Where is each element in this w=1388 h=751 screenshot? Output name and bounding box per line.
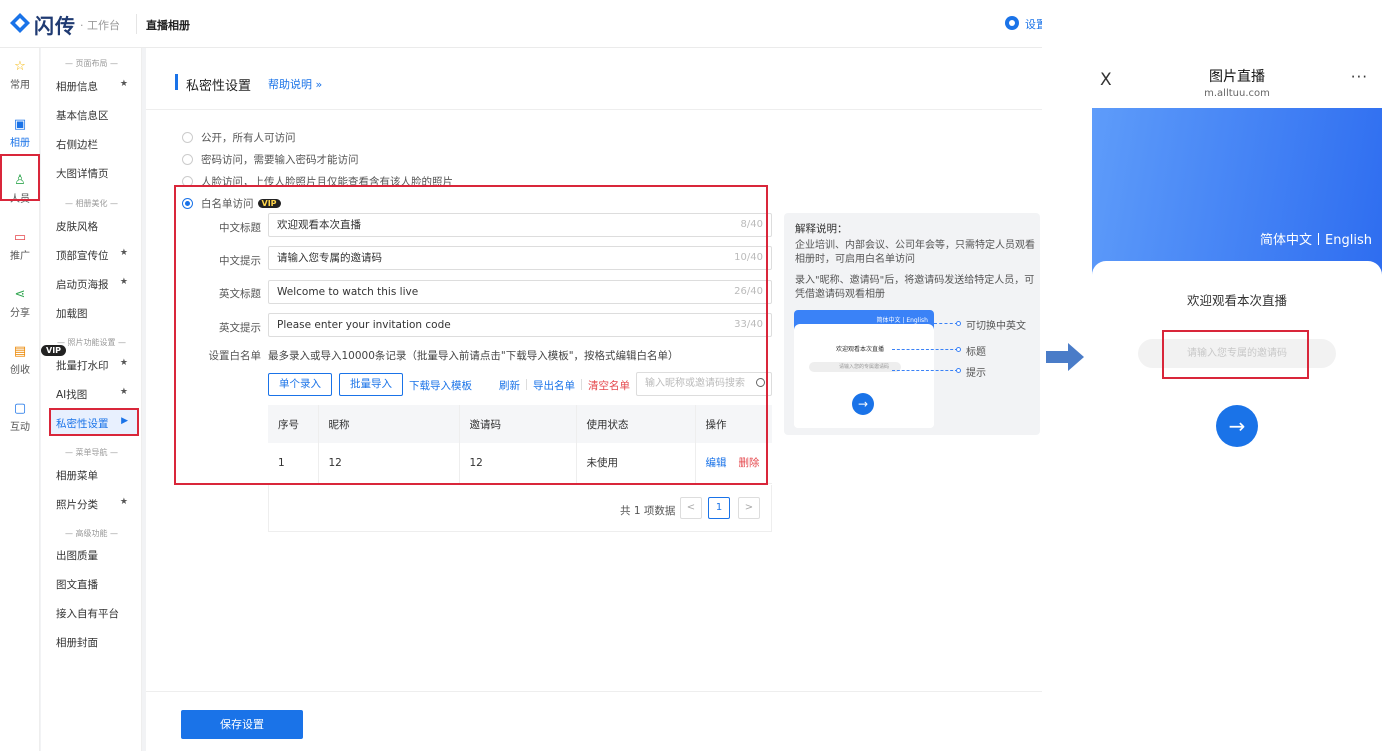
save-settings-button[interactable]: 保存设置 [181, 710, 303, 739]
radio-public[interactable]: 公开，所有人可访问 [182, 130, 296, 145]
highlight-box [0, 154, 40, 201]
privacy-settings-panel: 私密性设置 帮助说明 » 公开，所有人可访问 密码访问，需要输入密码才能访问 人… [146, 48, 1042, 751]
rail-item-share[interactable]: ⋖ 分享 [0, 287, 40, 320]
highlight-box [174, 185, 768, 485]
callout-dot [956, 368, 961, 373]
submenu-item[interactable]: 基本信息区 [56, 108, 136, 123]
help-link[interactable]: 帮助说明 » [268, 76, 322, 92]
mini-title: 欢迎观看本次直播 [836, 346, 885, 353]
submenu-section: — 页面布局 — [64, 59, 119, 68]
submenu-section: — 菜单导航 — [64, 448, 119, 457]
pager-total: 共 1 项数据 [620, 505, 676, 517]
divider [1318, 233, 1320, 245]
logo-text: 闪传 [34, 14, 76, 38]
callout-label: 提示 [966, 368, 986, 379]
divider [146, 109, 1042, 110]
mini-arrow-icon: → [852, 393, 874, 415]
rail-item-interact[interactable]: ▢ 互动 [0, 401, 40, 434]
vip-badge: VIP [41, 345, 67, 356]
album-submenu: — 页面布局 — 相册信息 ★ 基本信息区 右侧边栏 大图详情页 — 相册美化 —… [41, 48, 142, 751]
welcome-title: 欢迎观看本次直播 [1186, 293, 1287, 308]
mobile-header: X 图片直播 m.alltuu.com ··· [1092, 56, 1382, 108]
radio-circle [182, 154, 193, 165]
divider [136, 14, 137, 34]
page-title: 私密性设置 [186, 79, 252, 94]
submenu-item-privacy[interactable]: 私密性设置 ▶ [56, 416, 136, 431]
rail-item-album[interactable]: ▣ 相册 [0, 117, 40, 150]
submenu-item[interactable]: AI找图 ★ [56, 387, 136, 402]
album-icon: ▣ [13, 117, 27, 132]
submenu-item[interactable]: 批量打水印 ★ [56, 358, 136, 373]
share-icon: ⋖ [14, 287, 26, 302]
explain-paragraph: 录入"昵称、邀请码"后，将邀请码发送给特定人员，可凭借邀请码观看相册 [795, 275, 1035, 300]
callout-line [892, 370, 958, 371]
submenu-item[interactable]: 图文直播 [56, 577, 136, 592]
explain-paragraph: 企业培训、内部会议、公司年会等，只需特定人员观看相册时，可启用白名单访问 [795, 240, 1035, 265]
gear-icon [1005, 16, 1019, 30]
mobile-preview: X 图片直播 m.alltuu.com ··· 简体中文 English 欢迎观看… [1092, 56, 1382, 751]
rail-label: 互动 [10, 422, 30, 433]
explanation-panel: 解释说明： 企业培训、内部会议、公司年会等，只需特定人员观看相册时，可启用白名单… [784, 213, 1040, 435]
rail-item-promote[interactable]: ▭ 推广 [0, 230, 40, 263]
highlight-box [1162, 330, 1309, 379]
callout-dot [956, 347, 961, 352]
top-bar: 闪传 · 工作台 直播相册 设置 [0, 0, 1042, 48]
rail-label: 常用 [10, 80, 30, 91]
submenu-item[interactable]: 相册信息 ★ [56, 79, 136, 94]
submenu-item[interactable]: 大图详情页 [56, 166, 136, 181]
pager-next-button[interactable]: > [738, 497, 760, 519]
rail-item-revenue[interactable]: ▤ 创收 [0, 344, 40, 377]
workspace-window: 闪传 · 工作台 直播相册 设置 ☆ 常用 ▣ 相册 ♙ 人员 ▭ 推广 ⋖ 分… [0, 0, 1042, 751]
radio-circle [182, 132, 193, 143]
lang-cn[interactable]: 简体中文 [1260, 233, 1312, 248]
callout-label: 标题 [966, 347, 986, 358]
rail-label: 分享 [10, 308, 30, 319]
rail-label: 创收 [10, 365, 30, 376]
mobile-title: 图片直播 [1209, 69, 1265, 85]
radio-password[interactable]: 密码访问，需要输入密码才能访问 [182, 152, 359, 167]
revenue-icon: ▤ [13, 344, 27, 359]
pager-prev-button[interactable]: < [680, 497, 702, 519]
language-switch[interactable]: 简体中文 English [1260, 229, 1372, 248]
submenu-item[interactable]: 出图质量 [56, 548, 136, 563]
callout-line [892, 349, 958, 350]
explain-title: 解释说明： [795, 223, 848, 235]
rail-item-common[interactable]: ☆ 常用 [0, 59, 40, 92]
caret-right-icon: ▶ [121, 416, 128, 426]
logo-icon [10, 13, 30, 33]
callout-dot [956, 321, 961, 326]
submenu-item[interactable]: 右侧边栏 [56, 137, 136, 152]
logo-subtitle: · 工作台 [80, 19, 120, 32]
interact-icon: ▢ [13, 401, 27, 416]
lang-en[interactable]: English [1325, 233, 1372, 248]
rail-label: 推广 [10, 251, 30, 262]
star-icon: ☆ [14, 59, 26, 74]
submenu-item[interactable]: 照片分类 ★ [56, 497, 136, 512]
callout-line [934, 323, 958, 324]
pager-page-button[interactable]: 1 [708, 497, 730, 519]
submenu-item[interactable]: 加载图 [56, 306, 136, 321]
mini-input: 请输入您的专属邀请码 [809, 362, 901, 372]
submenu-item[interactable]: 启动页海报 ★ [56, 277, 136, 292]
left-rail: ☆ 常用 ▣ 相册 ♙ 人员 ▭ 推广 ⋖ 分享 ▤ 创收 ▢ 互动 [0, 48, 40, 751]
submenu-item[interactable]: 相册封面 [56, 635, 136, 650]
callout-label: 可切换中英文 [966, 321, 1026, 332]
hero-banner [1092, 108, 1382, 278]
submenu-item[interactable]: 接入自有平台 [56, 606, 136, 621]
submenu-item[interactable]: 顶部宣传位 ★ [56, 248, 136, 263]
section-accent [175, 74, 178, 90]
settings-label: 设置 [1025, 18, 1042, 31]
submenu-item[interactable]: 相册菜单 [56, 468, 136, 483]
arrow-right-icon [1046, 343, 1084, 371]
submenu-section: — 高级功能 — [64, 529, 119, 538]
mobile-url: m.alltuu.com [1204, 88, 1270, 99]
rail-label: 相册 [10, 138, 30, 149]
submit-arrow-button[interactable]: → [1216, 405, 1258, 447]
more-icon[interactable]: ··· [1351, 68, 1368, 86]
breadcrumb-title: 直播相册 [146, 19, 190, 32]
submenu-item[interactable]: 皮肤风格 [56, 219, 136, 234]
settings-button[interactable]: 设置 [1005, 16, 1042, 32]
promote-icon: ▭ [13, 230, 27, 245]
submenu-section: — 相册美化 — [64, 199, 119, 208]
